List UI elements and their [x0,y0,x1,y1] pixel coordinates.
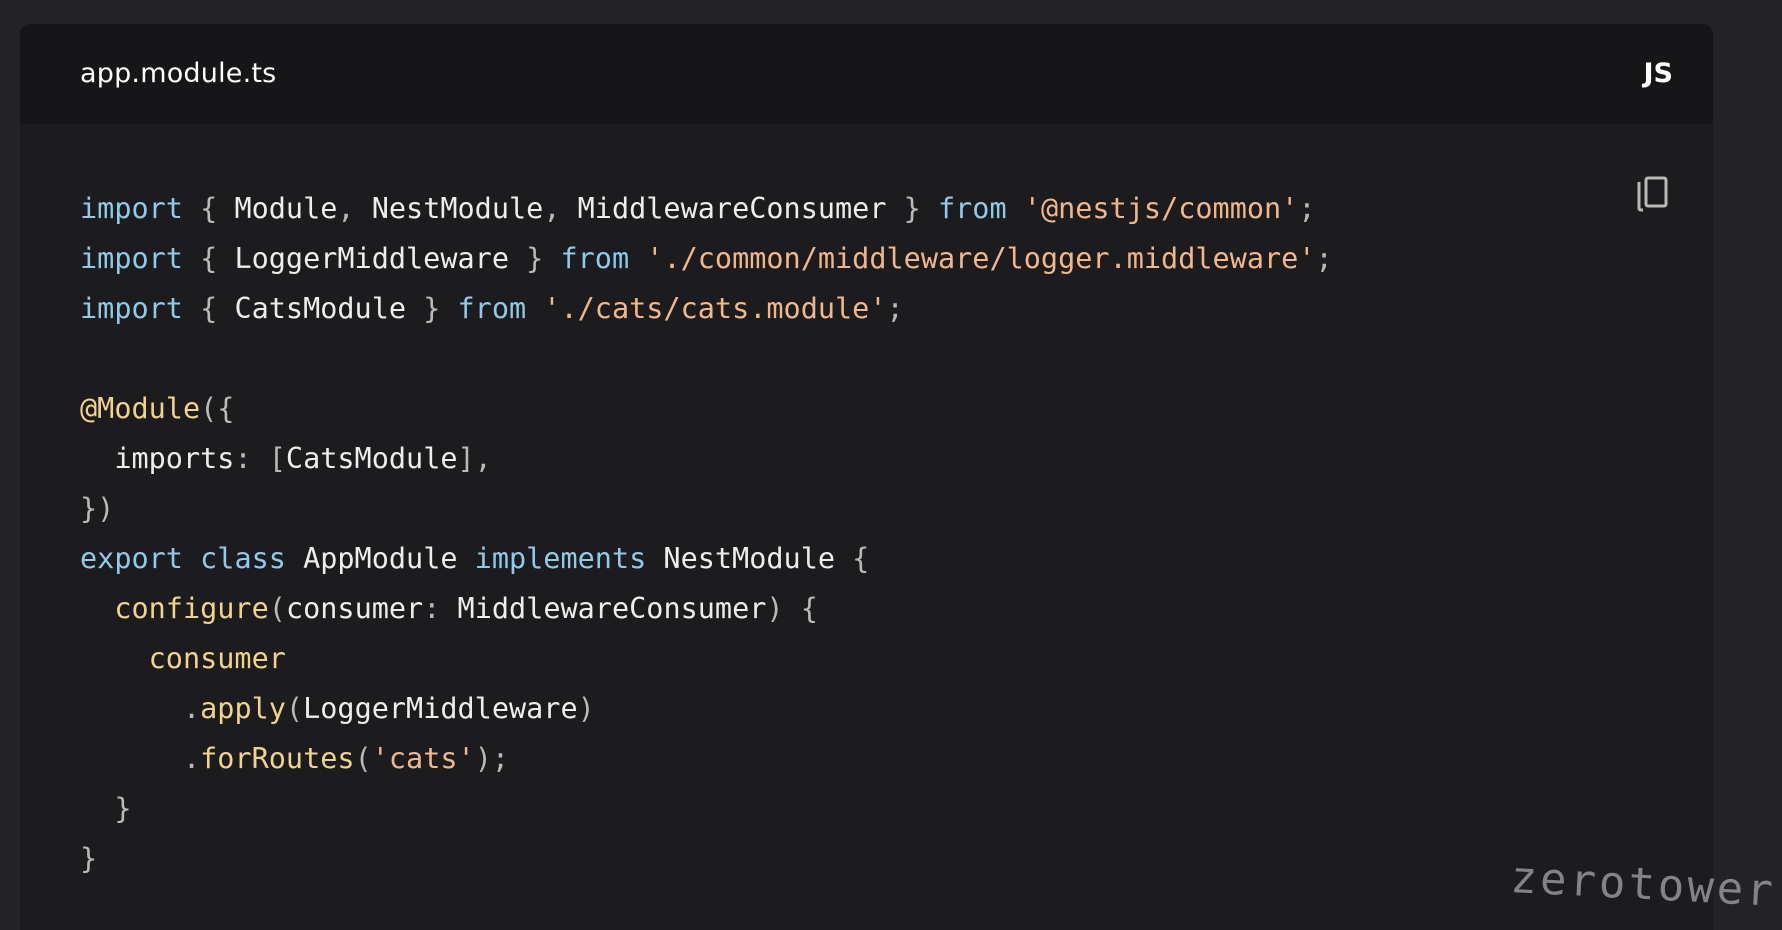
code-body: import { Module, NestModule, MiddlewareC… [20,124,1713,930]
code-token: . [182,742,201,775]
code-token: } [80,842,98,875]
code-token: from [937,192,1007,225]
filename-label: app.module.ts [80,58,277,89]
code-token: }) [80,492,115,525]
code-token: ) { [766,592,818,625]
code-line: .forRoutes('cats'); [80,734,1333,784]
code-token: : [ [234,442,286,475]
code-token: ( [285,692,304,725]
code-token: import [80,292,183,325]
code-token: , [543,192,578,225]
code-line: .apply(LoggerMiddleware) [80,684,1333,734]
code-line: }) [80,484,1333,534]
code-token: imports [80,442,235,475]
code-token: AppModule [285,542,475,575]
code-line: import { CatsModule } from './cats/cats.… [80,284,1333,334]
code-token: . [182,692,201,725]
copy-icon [1637,176,1668,212]
code-token: configure [114,592,269,625]
code-token: consumer [148,642,286,675]
code-token: NestModule [646,542,853,575]
code-token: , [337,192,372,225]
code-line: imports: [CatsModule], [80,434,1333,484]
code-block: app.module.ts JS import { Module, NestMo… [20,24,1713,930]
code-token: } [80,792,132,825]
code-token: { [182,192,235,225]
code-content: import { Module, NestModule, MiddlewareC… [80,184,1333,884]
code-token: consumer [285,592,424,625]
code-token: NestModule [371,192,544,225]
code-line: } [80,784,1333,834]
code-line: consumer [80,634,1333,684]
code-token: ( [268,592,286,625]
code-token: { [182,242,235,275]
code-token: @Module [80,392,201,425]
code-token: } [886,192,938,225]
code-token: LoggerMiddleware [303,692,578,725]
code-token: './common/middleware/logger.middleware' [646,242,1316,275]
code-token: ); [474,742,510,775]
code-token: ], [457,442,492,475]
code-token: import [80,192,183,225]
code-token: CatsModule [234,292,407,325]
code-token: LoggerMiddleware [234,242,509,275]
code-block-header: app.module.ts JS [20,24,1713,124]
code-line: import { Module, NestModule, MiddlewareC… [80,184,1333,234]
code-line: export class AppModule implements NestMo… [80,534,1333,584]
code-token: MiddlewareConsumer [457,592,767,625]
code-token: ( [354,742,372,775]
code-line: import { LoggerMiddleware } from './comm… [80,234,1333,284]
code-token: './cats/cats.module' [543,292,887,325]
code-token: ; [1298,192,1316,225]
code-token: class [200,542,286,575]
code-line: configure(consumer: MiddlewareConsumer) … [80,584,1333,634]
code-token: } [406,292,458,325]
code-token: forRoutes [200,742,355,775]
code-token: Module [234,192,338,225]
language-badge: JS [1643,58,1674,89]
code-token: } [508,242,561,275]
code-token: export [80,542,183,575]
code-token: apply [200,692,286,725]
code-token: CatsModule [285,442,458,475]
code-token: ({ [200,392,235,425]
code-line: @Module({ [80,384,1333,434]
code-token: import [80,242,183,275]
code-token: : [423,592,458,625]
code-token: ; [886,292,904,325]
code-token: 'cats' [371,742,475,775]
code-token: MiddlewareConsumer [577,192,887,225]
code-token: { [182,292,235,325]
code-token: ; [1315,242,1333,275]
code-token: { [852,542,870,575]
code-token: from [560,242,630,275]
code-token: implements [474,542,647,575]
code-token: '@nestjs/common' [1023,192,1299,225]
copy-button[interactable] [1635,174,1671,216]
code-line: } [80,834,1333,884]
code-token: from [457,292,527,325]
code-token: ) [577,692,595,725]
